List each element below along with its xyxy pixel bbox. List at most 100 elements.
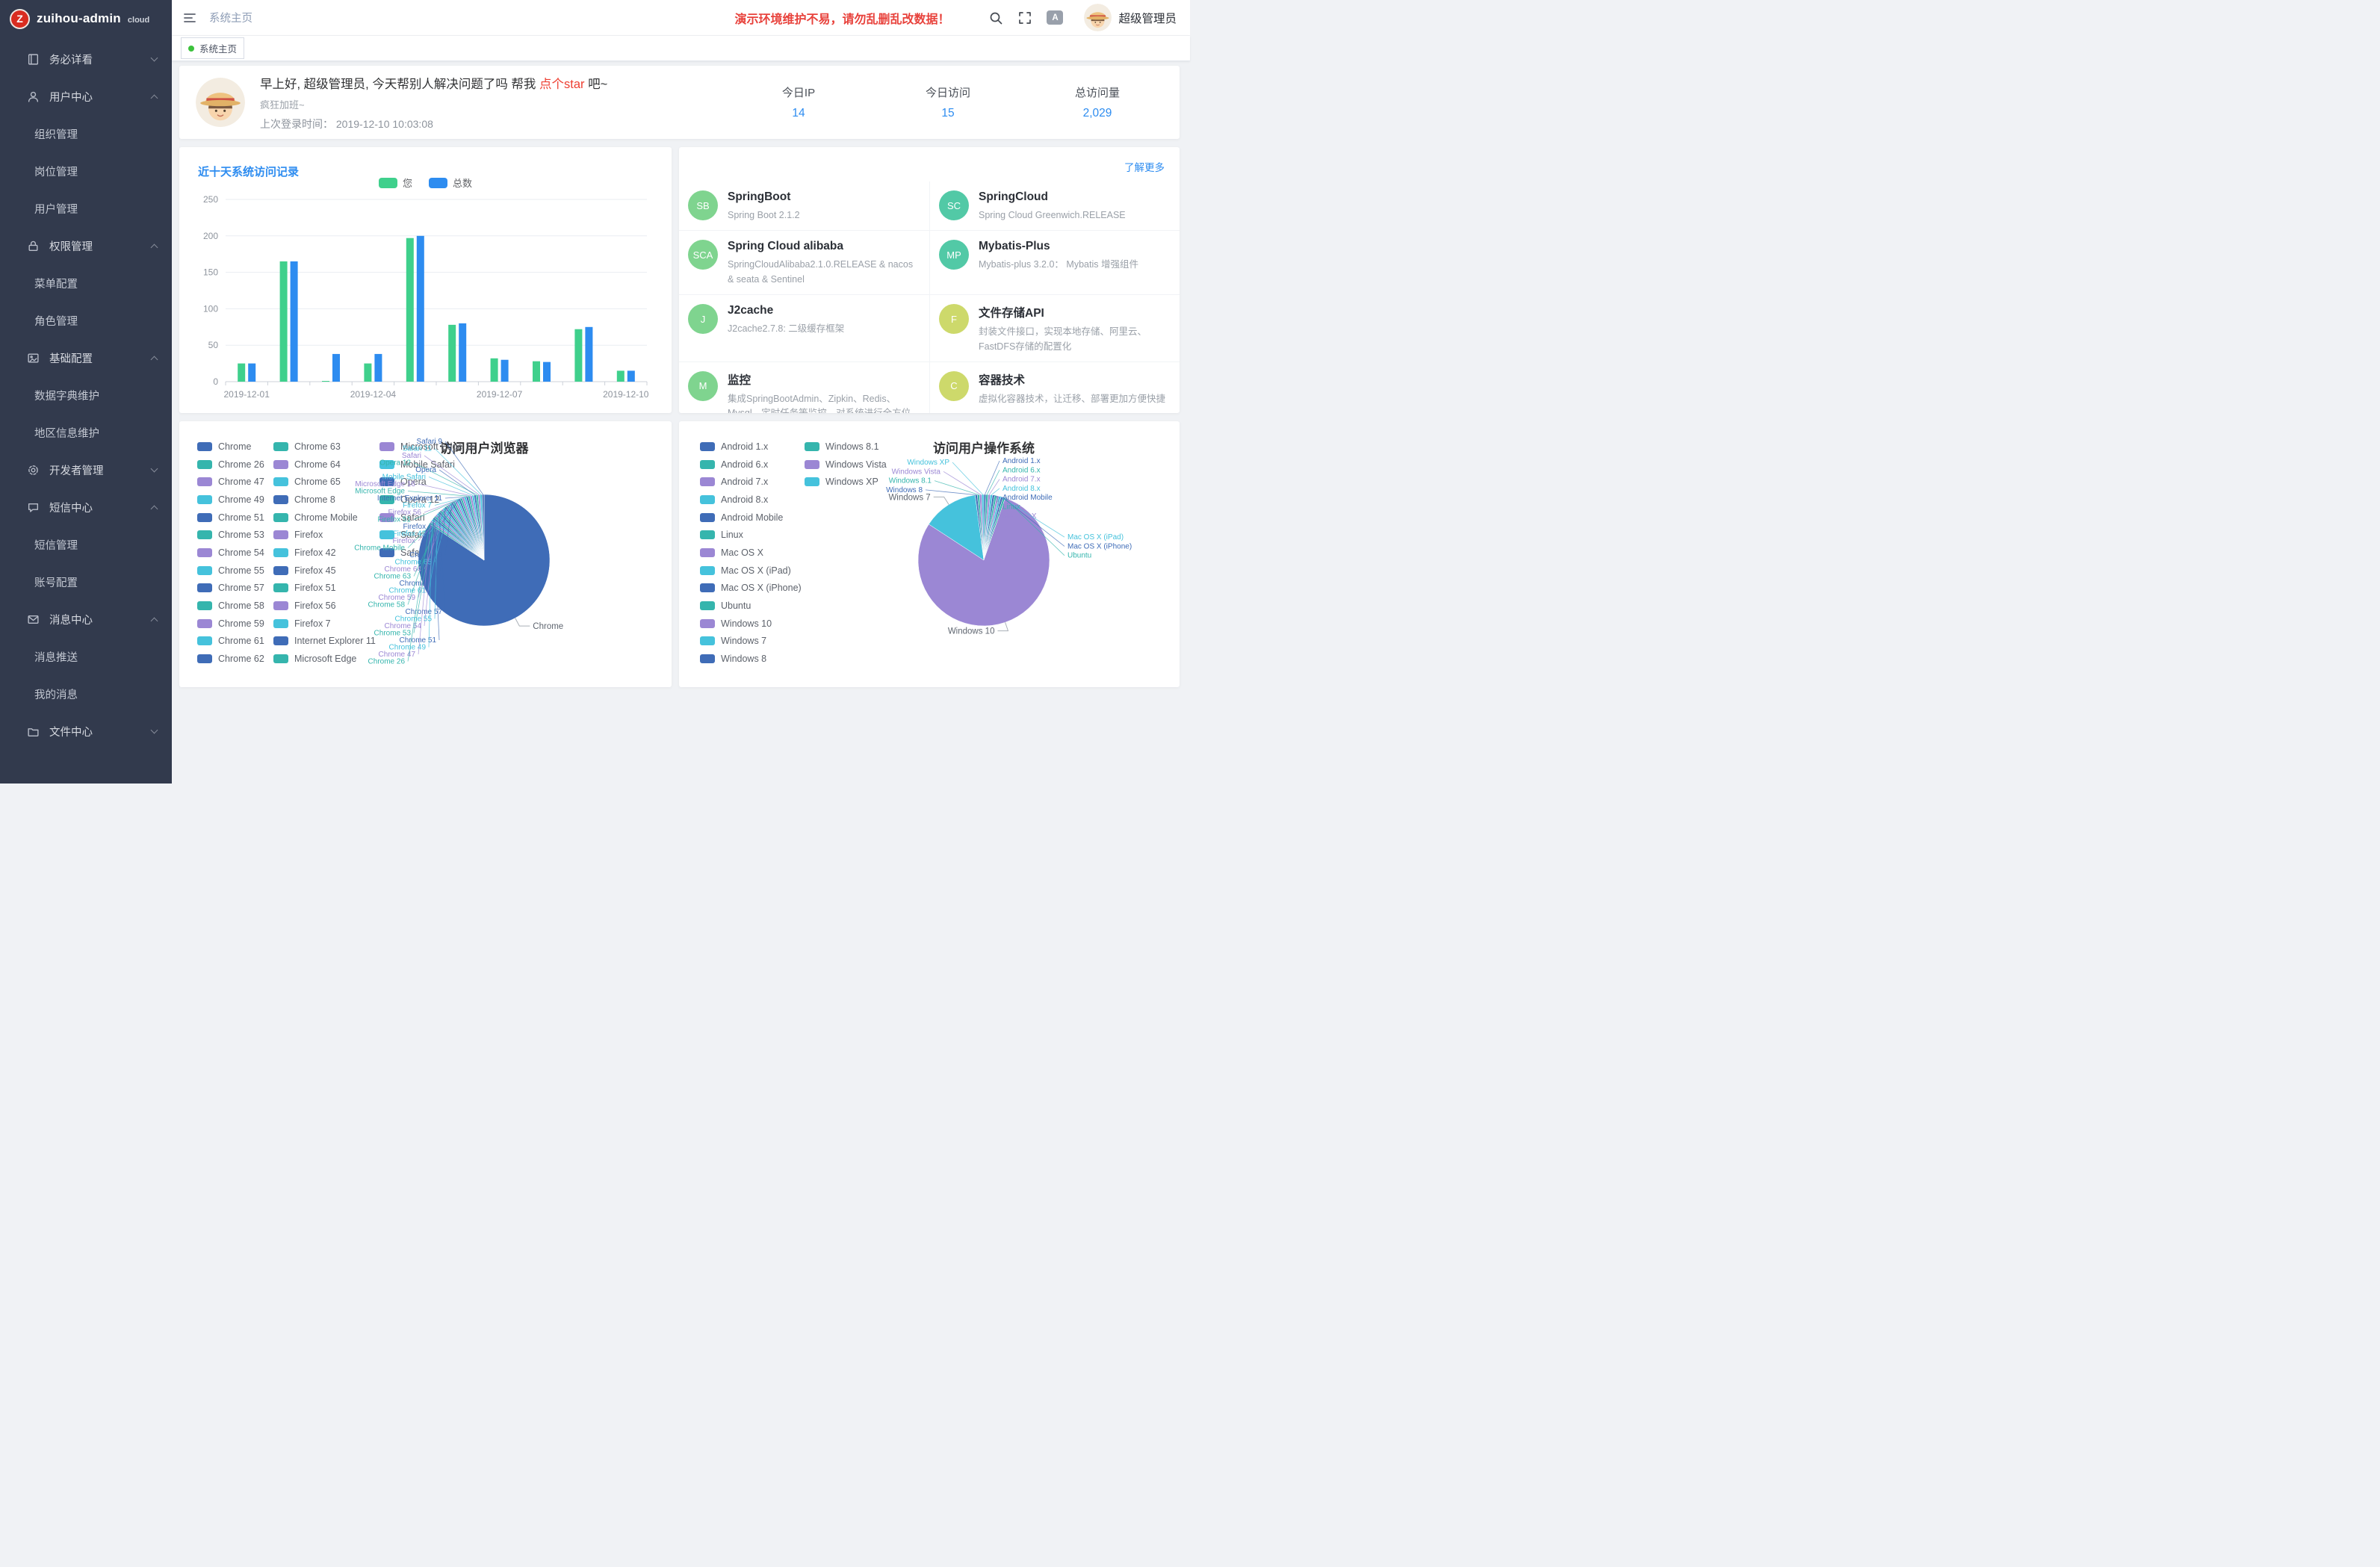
legend-item-Windows XP[interactable]: Windows XP — [805, 473, 887, 491]
pie-slice-Windows Vista[interactable] — [979, 494, 984, 560]
avatar[interactable] — [1084, 4, 1112, 31]
tech-item-M[interactable]: M监控集成SpringBootAdmin、Zipkin、Redis、Mysql、… — [679, 362, 929, 413]
legend-item-Firefox 42[interactable]: Firefox 42 — [273, 544, 376, 562]
app-logo[interactable]: Z zuihou-admin cloud — [0, 0, 172, 37]
tech-item-SCA[interactable]: SCASpring Cloud alibabaSpringCloudAlibab… — [679, 230, 929, 294]
pie-slice-Safari 11[interactable] — [480, 494, 484, 560]
sidebar-subitem-2[interactable]: 用户管理 — [0, 190, 172, 227]
legend-item-Windows Vista[interactable]: Windows Vista — [805, 456, 887, 474]
bar-您-2019-12-04[interactable] — [364, 364, 371, 382]
legend-item-Opera 12[interactable]: Opera 12 — [379, 491, 476, 509]
legend-item-Firefox 7[interactable]: Firefox 7 — [273, 615, 376, 633]
tab-home[interactable]: 系统主页 — [181, 37, 244, 59]
breadcrumb[interactable]: 系统主页 — [209, 10, 252, 25]
sidebar-subitem-0[interactable]: 数据字典维护 — [0, 376, 172, 414]
pie-slice-Android 7.x[interactable] — [984, 494, 991, 560]
bar-您-2019-12-07[interactable] — [491, 359, 498, 382]
sidebar-item-2[interactable]: 权限管理 — [0, 227, 172, 264]
sidebar-toggle-icon[interactable] — [182, 10, 197, 25]
tech-item-C[interactable]: C容器技术虚拟化容器技术，让迁移、部署更加方便快捷 — [929, 362, 1180, 413]
legend-item-Linux[interactable]: Linux — [700, 526, 802, 544]
bar-您-2019-12-08[interactable] — [533, 362, 540, 382]
legend-item-Firefox 45[interactable]: Firefox 45 — [273, 562, 376, 580]
legend-item-Android 8.x[interactable]: Android 8.x — [700, 491, 802, 509]
font-size-icon[interactable]: A — [1047, 10, 1063, 25]
sidebar-item-5[interactable]: 短信中心 — [0, 488, 172, 526]
legend-item-Microsoft Edge 16[interactable]: Microsoft Edge 16 — [379, 438, 476, 456]
sidebar-item-1[interactable]: 用户中心 — [0, 78, 172, 115]
legend-item-Windows 10[interactable]: Windows 10 — [700, 615, 802, 633]
sidebar-item-7[interactable]: 文件中心 — [0, 713, 172, 750]
legend-item-Windows 8.1[interactable]: Windows 8.1 — [805, 438, 887, 456]
legend-item-Firefox 56[interactable]: Firefox 56 — [273, 597, 376, 615]
sidebar-item-4[interactable]: 开发者管理 — [0, 451, 172, 488]
sidebar-item-3[interactable]: 基础配置 — [0, 339, 172, 376]
pie-slice-Safari[interactable] — [478, 494, 484, 560]
legend-item-Safari 11[interactable]: Safari 11 — [379, 526, 476, 544]
sidebar-item-0[interactable]: 务必详看 — [0, 40, 172, 78]
tech-item-J[interactable]: JJ2cacheJ2cache2.7.8: 二级缓存框架 — [679, 294, 929, 362]
legend-item-Chrome 61[interactable]: Chrome 61 — [197, 633, 264, 651]
legend-item-Mac OS X (iPhone)[interactable]: Mac OS X (iPhone) — [700, 580, 802, 598]
bar-您-2019-12-06[interactable] — [448, 325, 456, 382]
legend-item-Chrome 49[interactable]: Chrome 49 — [197, 491, 264, 509]
bar-legend-item-0[interactable]: 您 — [379, 176, 412, 190]
bar-总数-2019-12-06[interactable] — [459, 323, 466, 382]
sidebar-subitem-1[interactable]: 账号配置 — [0, 563, 172, 601]
pie-slice-Windows 8.1[interactable] — [977, 494, 984, 560]
bar-您-2019-12-10[interactable] — [617, 370, 625, 382]
legend-item-Chrome 55[interactable]: Chrome 55 — [197, 562, 264, 580]
pie-slice-Mac OS X (iPhone)[interactable] — [984, 497, 1003, 560]
legend-item-Chrome 8[interactable]: Chrome 8 — [273, 491, 376, 509]
sidebar-subitem-1[interactable]: 地区信息维护 — [0, 414, 172, 451]
legend-item-Android 6.x[interactable]: Android 6.x — [700, 456, 802, 474]
pie-slice-Opera 12[interactable] — [476, 494, 484, 560]
learn-more-link[interactable]: 了解更多 — [1124, 159, 1165, 174]
legend-item-Android 7.x[interactable]: Android 7.x — [700, 473, 802, 491]
bar-您-2019-12-03[interactable] — [322, 381, 329, 382]
legend-item-Chrome 47[interactable]: Chrome 47 — [197, 473, 264, 491]
tech-item-MP[interactable]: MPMybatis-PlusMybatis-plus 3.2.0： Mybati… — [929, 230, 1180, 294]
user-menu[interactable]: 超级管理员 — [1084, 4, 1177, 31]
sidebar-item-6[interactable]: 消息中心 — [0, 601, 172, 638]
search-icon[interactable] — [988, 10, 1003, 25]
tech-item-SB[interactable]: SBSpringBootSpring Boot 2.1.2 — [679, 181, 929, 230]
pie-slice-Windows 10[interactable] — [918, 498, 1050, 626]
legend-item-Mobile Safari[interactable]: Mobile Safari — [379, 456, 476, 474]
legend-item-Chrome 53[interactable]: Chrome 53 — [197, 526, 264, 544]
bar-总数-2019-12-02[interactable] — [291, 261, 298, 382]
bar-您-2019-12-09[interactable] — [574, 329, 582, 382]
bar-您-2019-12-02[interactable] — [280, 261, 288, 382]
bar-总数-2019-12-09[interactable] — [585, 327, 592, 382]
legend-item-Firefox[interactable]: Firefox — [273, 526, 376, 544]
pie-slice-Windows 7[interactable] — [929, 495, 984, 560]
sidebar-subitem-1[interactable]: 角色管理 — [0, 302, 172, 339]
pie-slice-Ubuntu[interactable] — [984, 497, 1005, 560]
bar-总数-2019-12-01[interactable] — [248, 364, 255, 382]
legend-item-Chrome[interactable]: Chrome — [197, 438, 264, 456]
legend-item-Safari[interactable]: Safari — [379, 509, 476, 527]
legend-item-Windows 8[interactable]: Windows 8 — [700, 650, 802, 668]
bar-总数-2019-12-04[interactable] — [374, 354, 382, 382]
legend-item-Chrome 59[interactable]: Chrome 59 — [197, 615, 264, 633]
bar-总数-2019-12-10[interactable] — [627, 370, 635, 382]
legend-item-Android 1.x[interactable]: Android 1.x — [700, 438, 802, 456]
pie-slice-Mac OS X (iPad)[interactable] — [984, 496, 1001, 560]
sidebar-subitem-0[interactable]: 菜单配置 — [0, 264, 172, 302]
legend-item-Mac OS X[interactable]: Mac OS X — [700, 544, 802, 562]
tech-item-F[interactable]: F文件存储API封装文件接口，实现本地存储、阿里云、FastDFS存储的配置化 — [929, 294, 1180, 362]
pie-slice-Android 8.x[interactable] — [984, 494, 993, 560]
legend-item-Chrome 65[interactable]: Chrome 65 — [273, 473, 376, 491]
legend-item-Chrome 57[interactable]: Chrome 57 — [197, 580, 264, 598]
legend-item-Chrome Mobile[interactable]: Chrome Mobile — [273, 509, 376, 527]
legend-item-Chrome 63[interactable]: Chrome 63 — [273, 438, 376, 456]
pie-slice-Safari 9[interactable] — [482, 494, 484, 560]
sidebar-subitem-1[interactable]: 我的消息 — [0, 675, 172, 713]
legend-item-Opera[interactable]: Opera — [379, 473, 476, 491]
legend-item-Safari 9[interactable]: Safari 9 — [379, 544, 476, 562]
legend-item-Chrome 26[interactable]: Chrome 26 — [197, 456, 264, 474]
pie-slice-Linux[interactable] — [984, 495, 997, 560]
bar-总数-2019-12-08[interactable] — [543, 362, 551, 382]
bar-总数-2019-12-07[interactable] — [501, 360, 509, 382]
bar-您-2019-12-01[interactable] — [238, 364, 245, 382]
